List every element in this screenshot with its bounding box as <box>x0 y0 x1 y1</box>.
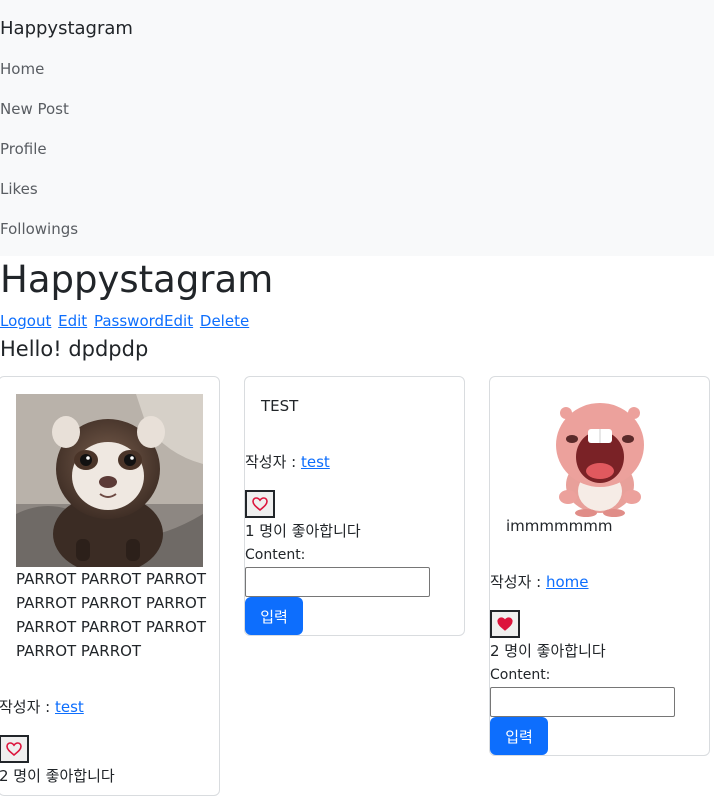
like-button[interactable] <box>0 735 29 763</box>
like-count: 2 명이 좋아합니다 <box>490 642 606 660</box>
account-links: Logout Edit PasswordEdit Delete <box>0 311 251 331</box>
ferret-photo <box>16 394 203 567</box>
greeting-text: Hello! dpdpdp <box>0 337 149 361</box>
post-content: immmmmmm <box>506 517 613 535</box>
post-author: 작성자 : home <box>490 572 589 592</box>
logout-link[interactable]: Logout <box>0 312 51 330</box>
post-content: PARROT PARROT PARROT PARROT PARROT PARRO… <box>16 570 207 660</box>
post-card: TEST 작성자 : test 1 명이 좋아합니다 Content: 입력 <box>244 376 465 636</box>
author-label: 작성자 : <box>245 453 301 471</box>
post-content: TEST <box>261 397 299 415</box>
delete-link[interactable]: Delete <box>200 312 249 330</box>
nav-item-profile[interactable]: Profile <box>0 139 47 159</box>
like-button[interactable] <box>490 610 520 638</box>
heart-filled-icon <box>497 617 513 631</box>
navbar: Happystagram Home New Post Profile Likes… <box>0 0 714 256</box>
page-title: Happystagram <box>0 258 274 301</box>
nav-item-new-post[interactable]: New Post <box>0 99 69 119</box>
nav-item-home[interactable]: Home <box>0 59 44 79</box>
edit-link[interactable]: Edit <box>58 312 87 330</box>
pink-beaver-character <box>550 399 650 517</box>
post-author: 작성자 : test <box>0 697 84 717</box>
nav-item-likes[interactable]: Likes <box>0 179 38 199</box>
submit-comment-button[interactable]: 입력 <box>490 717 548 755</box>
post-author: 작성자 : test <box>245 452 330 472</box>
author-link[interactable]: test <box>55 698 84 716</box>
heart-outline-icon <box>6 742 22 756</box>
heart-outline-icon <box>252 497 268 511</box>
author-label: 작성자 : <box>490 573 546 591</box>
navbar-brand[interactable]: Happystagram <box>0 17 133 41</box>
comment-label: Content: <box>490 667 551 683</box>
author-link[interactable]: home <box>546 573 589 591</box>
comment-input[interactable] <box>245 567 430 597</box>
like-count: 2 명이 좋아합니다 <box>0 767 115 785</box>
like-count: 1 명이 좋아합니다 <box>245 522 361 540</box>
comment-label: Content: <box>245 547 306 563</box>
author-label: 작성자 : <box>0 698 55 716</box>
like-button[interactable] <box>245 490 275 518</box>
post-card: PARROT PARROT PARROT PARROT PARROT PARRO… <box>0 376 220 796</box>
nav-item-followings[interactable]: Followings <box>0 219 78 239</box>
submit-comment-button[interactable]: 입력 <box>245 597 303 635</box>
password-edit-link[interactable]: PasswordEdit <box>94 312 193 330</box>
author-link[interactable]: test <box>301 453 330 471</box>
post-card: immmmmmm 작성자 : home 2 명이 좋아합니다 Content: … <box>489 376 710 756</box>
comment-input[interactable] <box>490 687 675 717</box>
